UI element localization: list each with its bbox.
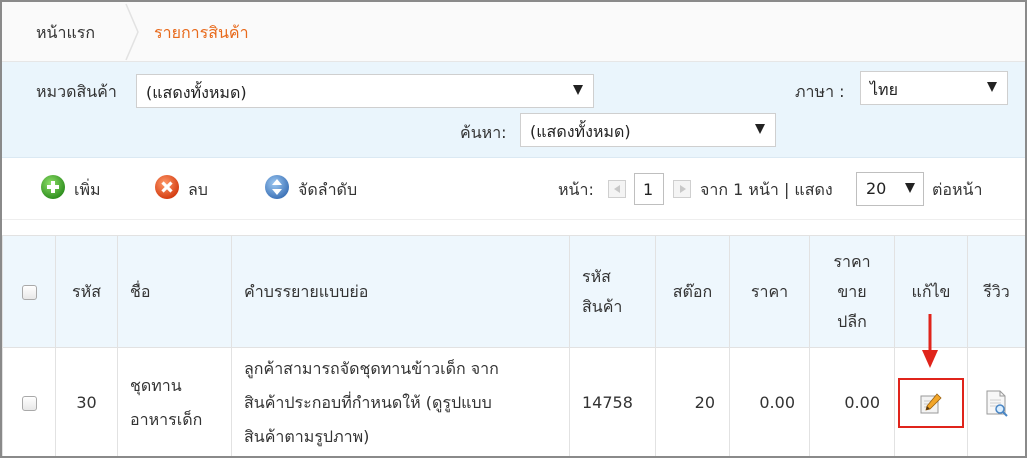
table-header-row: รหัส ชื่อ คำบรรยายแบบย่อ รหัส สินค้า สต๊… xyxy=(2,235,1025,348)
row-description-line1: ลูกค้าสามารถจัดชุดทานข้าวเด็ก จาก xyxy=(244,358,499,378)
x-circle-icon xyxy=(155,175,179,199)
row-name-line1: ชุดทาน xyxy=(130,375,182,395)
per-page-suffix: ต่อหน้า xyxy=(932,180,983,199)
column-header-retail-line1: ราคา xyxy=(833,251,871,271)
filter-panel: หมวดสินค้า (แสดงทั้งหมด) ภาษา : ไทย ค้นห… xyxy=(2,62,1025,158)
edit-button[interactable] xyxy=(898,377,964,428)
prev-page-button[interactable] xyxy=(608,180,626,198)
breadcrumb: หน้าแรก รายการสินค้า xyxy=(2,2,1025,62)
row-description: ลูกค้าสามารถจัดชุดทานข้าวเด็ก จาก สินค้า… xyxy=(231,347,570,456)
arrow-left-icon xyxy=(614,185,620,193)
language-select[interactable]: ไทย xyxy=(860,71,1008,105)
row-stock: 20 xyxy=(655,347,730,456)
breadcrumb-current: รายการสินค้า xyxy=(154,23,249,42)
column-header-id[interactable]: รหัส xyxy=(55,235,118,348)
search-label: ค้นหา: xyxy=(460,123,507,142)
add-button-label: เพิ่ม xyxy=(74,180,101,199)
sort-button-label: จัดลำดับ xyxy=(298,180,358,199)
product-list-window: หน้าแรก รายการสินค้า หมวดสินค้า (แสดงทั้… xyxy=(0,0,1027,458)
row-select-cell xyxy=(2,347,56,456)
page-of-label: จาก 1 หน้า | แสดง xyxy=(700,180,833,199)
column-header-sku[interactable]: รหัส สินค้า xyxy=(569,235,656,348)
column-header-stock[interactable]: สต๊อก xyxy=(655,235,730,348)
row-sku: 14758 xyxy=(569,347,656,456)
column-header-retail-line3: ปลีก xyxy=(837,311,867,331)
column-header-name[interactable]: ชื่อ xyxy=(117,235,232,348)
category-select[interactable]: (แสดงทั้งหมด) xyxy=(136,74,594,108)
breadcrumb-home-link[interactable]: หน้าแรก xyxy=(36,21,95,46)
category-select-value: (แสดงทั้งหมด) xyxy=(146,83,247,102)
table-row: 30 ชุดทาน อาหารเด็ก ลูกค้าสามารถจัดชุดทา… xyxy=(2,347,1025,456)
row-checkbox[interactable] xyxy=(21,395,37,411)
chevron-down-icon xyxy=(755,124,765,134)
select-all-cell xyxy=(2,235,56,348)
column-header-sku-line2: สินค้า xyxy=(582,296,623,316)
toolbar: เพิ่ม ลบ จัดลำดับ หน้า: จาก 1 หน้า | xyxy=(2,158,1025,220)
search-select[interactable]: (แสดงทั้งหมด) xyxy=(520,113,776,147)
add-button[interactable]: เพิ่ม xyxy=(40,174,120,202)
delete-button[interactable]: ลบ xyxy=(154,174,224,202)
row-description-line2: สินค้าประกอบที่กำหนดให้ (ดูรูปแบบ xyxy=(244,392,492,412)
page-number-input[interactable] xyxy=(634,173,664,205)
row-retail-price: 0.00 xyxy=(809,347,895,456)
sort-button[interactable]: จัดลำดับ xyxy=(264,174,374,202)
column-header-retail-price[interactable]: ราคา ขาย ปลีก xyxy=(809,235,895,348)
page-label: หน้า: xyxy=(558,180,594,199)
row-price: 0.00 xyxy=(729,347,810,456)
chevron-down-icon xyxy=(573,85,583,95)
search-select-value: (แสดงทั้งหมด) xyxy=(530,122,631,141)
per-page-select[interactable]: 20 xyxy=(856,172,924,206)
row-description-line3: สินค้าตามรูปภาพ) xyxy=(244,426,370,446)
column-header-retail-line2: ขาย xyxy=(837,281,867,301)
chevron-down-icon xyxy=(905,183,915,193)
per-page-select-value: 20 xyxy=(866,179,887,198)
language-label: ภาษา : xyxy=(795,82,845,101)
column-header-description[interactable]: คำบรรยายแบบย่อ xyxy=(231,235,570,348)
row-name-line2: อาหารเด็ก xyxy=(130,409,203,429)
row-id: 30 xyxy=(55,347,118,456)
row-name: ชุดทาน อาหารเด็ก xyxy=(117,347,232,456)
delete-button-label: ลบ xyxy=(188,180,208,199)
select-all-checkbox[interactable] xyxy=(21,284,37,300)
pencil-edit-icon xyxy=(920,392,942,413)
language-select-value: ไทย xyxy=(870,80,898,99)
arrow-right-icon xyxy=(680,185,686,193)
next-page-button[interactable] xyxy=(673,180,691,198)
breadcrumb-separator-icon xyxy=(125,3,139,61)
chevron-down-icon xyxy=(987,82,997,92)
column-header-price[interactable]: ราคา xyxy=(729,235,810,348)
row-review-cell xyxy=(967,347,1025,456)
down-arrow-icon xyxy=(922,314,938,368)
review-document-icon[interactable] xyxy=(984,389,1010,417)
column-header-review: รีวิว xyxy=(967,235,1025,348)
column-header-sku-line1: รหัส xyxy=(582,266,611,286)
category-label: หมวดสินค้า xyxy=(36,82,117,101)
product-table: รหัส ชื่อ คำบรรยายแบบย่อ รหัส สินค้า สต๊… xyxy=(2,235,1025,456)
plus-circle-icon xyxy=(41,175,65,199)
sort-circle-icon xyxy=(265,175,289,199)
